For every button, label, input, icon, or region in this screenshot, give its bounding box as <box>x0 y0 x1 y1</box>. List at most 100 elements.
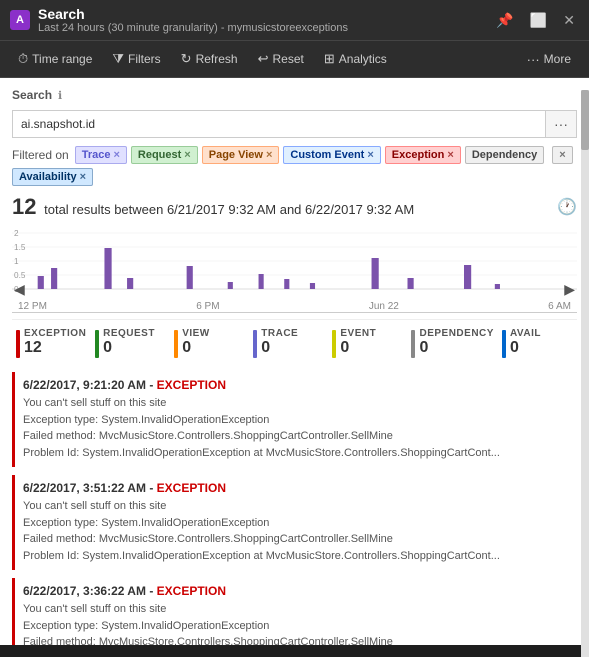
stat-event[interactable]: EVENT 0 <box>328 326 407 360</box>
stat-trace[interactable]: TRACE 0 <box>249 326 328 360</box>
filter-customevent-close[interactable]: × <box>367 149 373 161</box>
analytics-button[interactable]: ⊞ Analytics <box>316 47 395 71</box>
event-card-1[interactable]: 6/22/2017, 3:51:22 AM - EXCEPTION You ca… <box>12 475 577 570</box>
exception-content: EXCEPTION 12 <box>24 328 86 357</box>
main-content: Search ℹ ··· Filtered on Trace × Request… <box>0 78 589 645</box>
reset-button[interactable]: ↩ Reset <box>250 47 312 71</box>
event-card-0[interactable]: 6/22/2017, 9:21:20 AM - EXCEPTION You ca… <box>12 372 577 467</box>
trace-name: TRACE <box>261 328 298 339</box>
results-summary-text: total results between 6/21/2017 9:32 AM … <box>44 202 414 217</box>
filter-dependency-close-tag[interactable]: × <box>552 146 572 164</box>
request-name: REQUEST <box>103 328 155 339</box>
filter-trace[interactable]: Trace × <box>75 146 127 164</box>
svg-text:0.5: 0.5 <box>14 271 26 280</box>
exception-value: 12 <box>24 339 86 357</box>
filter-dependency[interactable]: Dependency <box>465 146 544 164</box>
more-button[interactable]: ··· More <box>519 48 579 71</box>
event-value: 0 <box>340 339 376 357</box>
filter-exception[interactable]: Exception × <box>385 146 461 164</box>
event-content: EVENT 0 <box>340 328 376 357</box>
filter-dependency-label: Dependency <box>472 149 537 161</box>
filters-label-text: Filtered on <box>12 148 69 162</box>
request-bar <box>95 330 99 358</box>
stat-exception[interactable]: EXCEPTION 12 <box>12 326 91 360</box>
stat-avail[interactable]: AVAIL 0 <box>498 326 577 360</box>
history-icon[interactable]: 🕐 <box>557 197 577 217</box>
reset-label: Reset <box>273 52 304 66</box>
event-card-2[interactable]: 6/22/2017, 3:36:22 AM - EXCEPTION You ca… <box>12 578 577 645</box>
search-options-button[interactable]: ··· <box>545 111 576 137</box>
refresh-button[interactable]: ↻ Refresh <box>173 47 246 71</box>
event-detail-2: You can't sell stuff on this site Except… <box>23 601 569 645</box>
toolbar: ⏱ Time range ⧩ Filters ↻ Refresh ↩ Reset… <box>0 41 589 78</box>
scrollbar-thumb[interactable] <box>581 90 589 150</box>
exception-bar <box>16 330 20 358</box>
window-title: Search <box>38 6 348 22</box>
close-button[interactable]: ✕ <box>559 10 579 31</box>
view-bar <box>174 330 178 358</box>
filter-trace-close[interactable]: × <box>113 149 119 161</box>
trace-content: TRACE 0 <box>261 328 298 357</box>
filter-customevent-label: Custom Event <box>290 149 364 161</box>
avail-content: AVAIL 0 <box>510 328 541 357</box>
filter-customevent[interactable]: Custom Event × <box>283 146 380 164</box>
stats-row: EXCEPTION 12 REQUEST 0 VIEW 0 TRACE 0 <box>12 319 577 360</box>
event-timestamp-1: 6/22/2017, 3:51:22 AM <box>23 481 146 495</box>
pin-button[interactable]: 📌 <box>492 10 517 31</box>
time-range-button[interactable]: ⏱ Time range <box>10 47 100 71</box>
event-line2-1: Failed method: MvcMusicStore.Controllers… <box>23 531 569 548</box>
filter-availability[interactable]: Availability × <box>12 168 93 186</box>
search-input-wrapper: ··· <box>12 110 577 138</box>
title-text-area: Search Last 24 hours (30 minute granular… <box>38 6 348 34</box>
avail-bar <box>502 330 506 358</box>
filter-request[interactable]: Request × <box>131 146 198 164</box>
stat-dependency[interactable]: DEPENDENCY 0 <box>407 326 497 360</box>
event-line3-1: Problem Id: System.InvalidOperationExcep… <box>23 548 569 565</box>
scrollbar[interactable] <box>581 90 589 657</box>
chart-scroll-right[interactable]: ▶ <box>564 281 575 298</box>
search-label: Search <box>12 88 52 102</box>
event-title-1: You can't sell stuff on this site <box>23 498 569 515</box>
chart-xlabel-jun22: Jun 22 <box>369 301 399 312</box>
view-value: 0 <box>182 339 210 357</box>
chart-scroll-left[interactable]: ◀ <box>14 281 25 298</box>
filter-pageview-close[interactable]: × <box>266 149 272 161</box>
view-content: VIEW 0 <box>182 328 210 357</box>
filter-icon: ⧩ <box>112 51 124 67</box>
filters-row: Filtered on Trace × Request × Page View … <box>12 146 577 186</box>
filter-request-label: Request <box>138 149 181 161</box>
event-type-2: EXCEPTION <box>157 584 226 598</box>
event-line2-2: Failed method: MvcMusicStore.Controllers… <box>23 634 569 645</box>
svg-text:2: 2 <box>14 229 19 238</box>
event-line1-0: Exception type: System.InvalidOperationE… <box>23 412 569 429</box>
chart-xlabel-6pm: 6 PM <box>196 301 219 312</box>
search-input[interactable] <box>13 112 545 136</box>
results-count: 12 <box>12 194 36 219</box>
filters-button[interactable]: ⧩ Filters <box>104 47 168 71</box>
dependency-content: DEPENDENCY 0 <box>419 328 493 357</box>
clock-icon: ⏱ <box>18 51 28 67</box>
filter-dependency-x[interactable]: × <box>559 149 565 161</box>
results-text: 12 total results between 6/21/2017 9:32 … <box>12 194 414 220</box>
filters-label: Filters <box>128 52 161 66</box>
filter-pageview[interactable]: Page View × <box>202 146 280 164</box>
filter-exception-close[interactable]: × <box>447 149 453 161</box>
exception-name: EXCEPTION <box>24 328 86 339</box>
filter-availability-label: Availability <box>19 171 77 183</box>
chart-xlabel-12pm: 12 PM <box>18 301 47 312</box>
chart-area: ◀ 2 1.5 1 0.5 0 <box>12 228 577 313</box>
stat-request[interactable]: REQUEST 0 <box>91 326 170 360</box>
avail-value: 0 <box>510 339 541 357</box>
stat-view[interactable]: VIEW 0 <box>170 326 249 360</box>
event-detail-1: You can't sell stuff on this site Except… <box>23 498 569 564</box>
filter-availability-close[interactable]: × <box>80 171 86 183</box>
filter-request-close[interactable]: × <box>184 149 190 161</box>
chart-xaxis: 12 PM 6 PM Jun 22 6 AM <box>12 301 577 312</box>
event-header-2: 6/22/2017, 3:36:22 AM - EXCEPTION <box>23 584 569 598</box>
analytics-label: Analytics <box>339 52 387 66</box>
event-name: EVENT <box>340 328 376 339</box>
event-title-0: You can't sell stuff on this site <box>23 395 569 412</box>
maximize-button[interactable]: ⬜ <box>526 10 551 31</box>
filter-pageview-label: Page View <box>209 149 263 161</box>
event-timestamp-0: 6/22/2017, 9:21:20 AM <box>23 378 146 392</box>
